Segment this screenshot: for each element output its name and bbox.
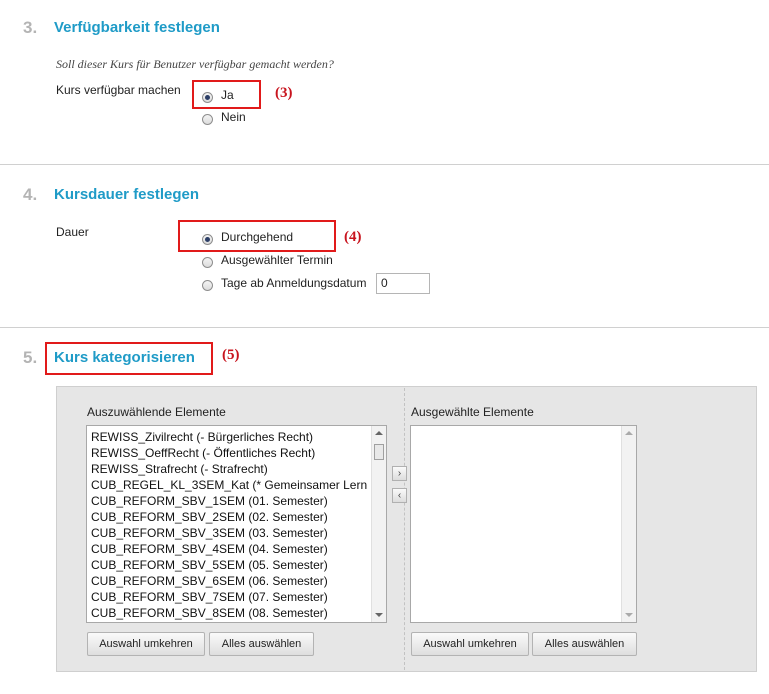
chevron-left-icon: ‹ <box>397 490 402 501</box>
available-list-items: REWISS_Zivilrecht (- Bürgerliches Recht)… <box>87 426 386 621</box>
section-number-4: 4. <box>23 185 38 204</box>
available-list-header: Auszuwählende Elemente <box>87 405 226 419</box>
list-item[interactable]: CUB_REFORM_SBV_5SEM (05. Semester) <box>87 557 386 573</box>
section-title-availability: Verfügbarkeit festlegen <box>54 19 220 36</box>
radio-duration-selected-date[interactable] <box>202 257 213 268</box>
list-item[interactable]: CUB_REFORM_SBV_7SEM (07. Semester) <box>87 589 386 605</box>
radio-available-yes-label[interactable]: Ja <box>221 88 234 102</box>
available-select-all-button[interactable]: Alles auswählen <box>209 632 314 656</box>
annotation-label-4: (4) <box>344 229 362 245</box>
section-divider <box>0 327 769 328</box>
chevron-right-icon: › <box>397 468 402 479</box>
annotation-label-5: (5) <box>222 347 240 363</box>
available-invert-selection-button[interactable]: Auswahl umkehren <box>87 632 205 656</box>
panel-divider <box>404 388 405 670</box>
section-number-5: 5. <box>23 348 38 367</box>
availability-field-label: Kurs verfügbar machen <box>56 83 181 97</box>
days-input[interactable]: 0 <box>376 273 430 294</box>
radio-available-no-label[interactable]: Nein <box>221 110 246 124</box>
radio-duration-selected-date-label[interactable]: Ausgewählter Termin <box>221 253 333 267</box>
scroll-down-icon[interactable] <box>625 613 633 617</box>
available-list[interactable]: REWISS_Zivilrecht (- Bürgerliches Recht)… <box>86 425 387 623</box>
selected-select-all-button[interactable]: Alles auswählen <box>532 632 637 656</box>
list-item[interactable]: CUB_REGEL_KL_3SEM_Kat (* Gemeinsamer Ler… <box>87 477 386 493</box>
radio-available-yes[interactable] <box>202 92 213 103</box>
list-item[interactable]: CUB_REFORM_SBV_8SEM (08. Semester) <box>87 605 386 621</box>
available-list-scrollbar[interactable] <box>371 426 386 622</box>
radio-duration-continuous-label[interactable]: Durchgehend <box>221 230 293 244</box>
move-left-button[interactable]: ‹ <box>392 488 407 503</box>
radio-duration-days-from-enrollment[interactable] <box>202 280 213 291</box>
list-item[interactable]: REWISS_OeffRecht (- Öffentliches Recht) <box>87 445 386 461</box>
radio-duration-continuous[interactable] <box>202 234 213 245</box>
scroll-up-icon[interactable] <box>625 431 633 435</box>
list-item[interactable]: CUB_REFORM_SBV_4SEM (04. Semester) <box>87 541 386 557</box>
scroll-down-icon[interactable] <box>375 613 383 617</box>
annotation-label-3: (3) <box>275 85 293 101</box>
list-item[interactable]: CUB_REFORM_SBV_3SEM (03. Semester) <box>87 525 386 541</box>
scroll-thumb[interactable] <box>374 444 384 460</box>
list-item[interactable]: REWISS_Zivilrecht (- Bürgerliches Recht) <box>87 429 386 445</box>
section-title-categorize: Kurs kategorisieren <box>54 349 195 366</box>
radio-available-no[interactable] <box>202 114 213 125</box>
section-title-duration: Kursdauer festlegen <box>54 186 200 203</box>
selected-list-header: Ausgewählte Elemente <box>411 405 534 419</box>
section-number-3: 3. <box>23 18 38 37</box>
section-divider <box>0 164 769 165</box>
list-item[interactable]: CUB_REFORM_SBV_1SEM (01. Semester) <box>87 493 386 509</box>
move-right-button[interactable]: › <box>392 466 407 481</box>
selected-invert-selection-button[interactable]: Auswahl umkehren <box>411 632 529 656</box>
selected-list[interactable] <box>410 425 637 623</box>
list-item[interactable]: CUB_REFORM_SBV_6SEM (06. Semester) <box>87 573 386 589</box>
radio-duration-days-label[interactable]: Tage ab Anmeldungsdatum <box>221 276 366 290</box>
scroll-up-icon[interactable] <box>375 431 383 435</box>
list-item[interactable]: REWISS_Strafrecht (- Strafrecht) <box>87 461 386 477</box>
availability-question: Soll dieser Kurs für Benutzer verfügbar … <box>56 57 334 71</box>
duration-field-label: Dauer <box>56 225 89 239</box>
selected-list-scrollbar[interactable] <box>621 426 636 622</box>
list-item[interactable]: CUB_REFORM_SBV_2SEM (02. Semester) <box>87 509 386 525</box>
